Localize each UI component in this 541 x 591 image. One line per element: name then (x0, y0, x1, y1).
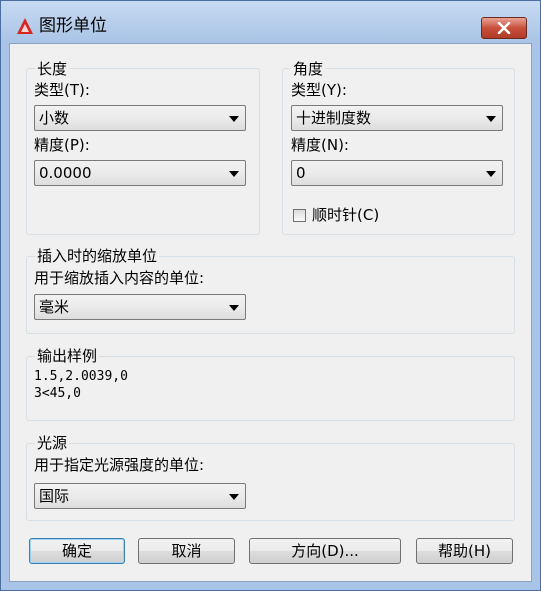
angle-group-title: 角度 (291, 60, 326, 78)
length-type-value: 小数 (39, 109, 70, 127)
sample-output-group-title: 输出样例 (35, 347, 100, 365)
angle-type-value: 十进制度数 (296, 109, 372, 127)
length-precision-value: 0.0000 (39, 164, 92, 182)
ok-button[interactable]: 确定 (29, 538, 125, 564)
sample-output-line2: 3<45,0 (34, 386, 81, 401)
chevron-down-icon (229, 494, 239, 500)
clockwise-label[interactable]: 顺时针(C) (312, 206, 379, 224)
title-bar[interactable]: 图形单位 (1, 1, 540, 43)
dialog-window: 图形单位 长度 类型(T): 小数 精度(P): 0.0000 角度 类型(Y)… (0, 0, 541, 591)
chevron-down-icon (486, 116, 496, 122)
lighting-units-dropdown[interactable]: 国际 (34, 483, 246, 509)
sample-output-group (26, 356, 515, 421)
angle-precision-dropdown[interactable]: 0 (291, 160, 503, 186)
chevron-down-icon (229, 171, 239, 177)
lighting-units-label: 用于指定光源强度的单位: (34, 456, 205, 474)
length-group-title: 长度 (35, 60, 70, 78)
cancel-button[interactable]: 取消 (138, 538, 235, 564)
lighting-group (26, 443, 515, 521)
length-type-dropdown[interactable]: 小数 (34, 105, 246, 131)
insertion-scale-dropdown[interactable]: 毫米 (34, 294, 246, 320)
insertion-scale-label: 用于缩放插入内容的单位: (34, 269, 205, 287)
angle-type-label: 类型(Y): (291, 81, 347, 99)
angle-type-dropdown[interactable]: 十进制度数 (291, 105, 503, 131)
help-button[interactable]: 帮助(H) (416, 538, 513, 564)
close-icon (497, 22, 511, 34)
insertion-scale-value: 毫米 (39, 298, 70, 316)
lighting-units-value: 国际 (39, 487, 70, 505)
angle-precision-value: 0 (296, 164, 306, 182)
insertion-scale-group-title: 插入时的缩放单位 (35, 247, 160, 265)
chevron-down-icon (229, 116, 239, 122)
direction-button[interactable]: 方向(D)... (249, 538, 401, 564)
length-precision-label: 精度(P): (34, 136, 90, 154)
autocad-logo-icon (16, 17, 34, 35)
dialog-body: 长度 类型(T): 小数 精度(P): 0.0000 角度 类型(Y): 十进制… (9, 43, 532, 582)
clockwise-checkbox[interactable] (293, 209, 306, 222)
angle-precision-label: 精度(N): (291, 136, 349, 154)
sample-output-line1: 1.5,2.0039,0 (34, 369, 128, 384)
window-title: 图形单位 (39, 16, 107, 36)
lighting-group-title: 光源 (35, 434, 70, 452)
close-button[interactable] (481, 17, 527, 39)
chevron-down-icon (229, 305, 239, 311)
length-precision-dropdown[interactable]: 0.0000 (34, 160, 246, 186)
length-type-label: 类型(T): (34, 81, 90, 99)
chevron-down-icon (486, 171, 496, 177)
